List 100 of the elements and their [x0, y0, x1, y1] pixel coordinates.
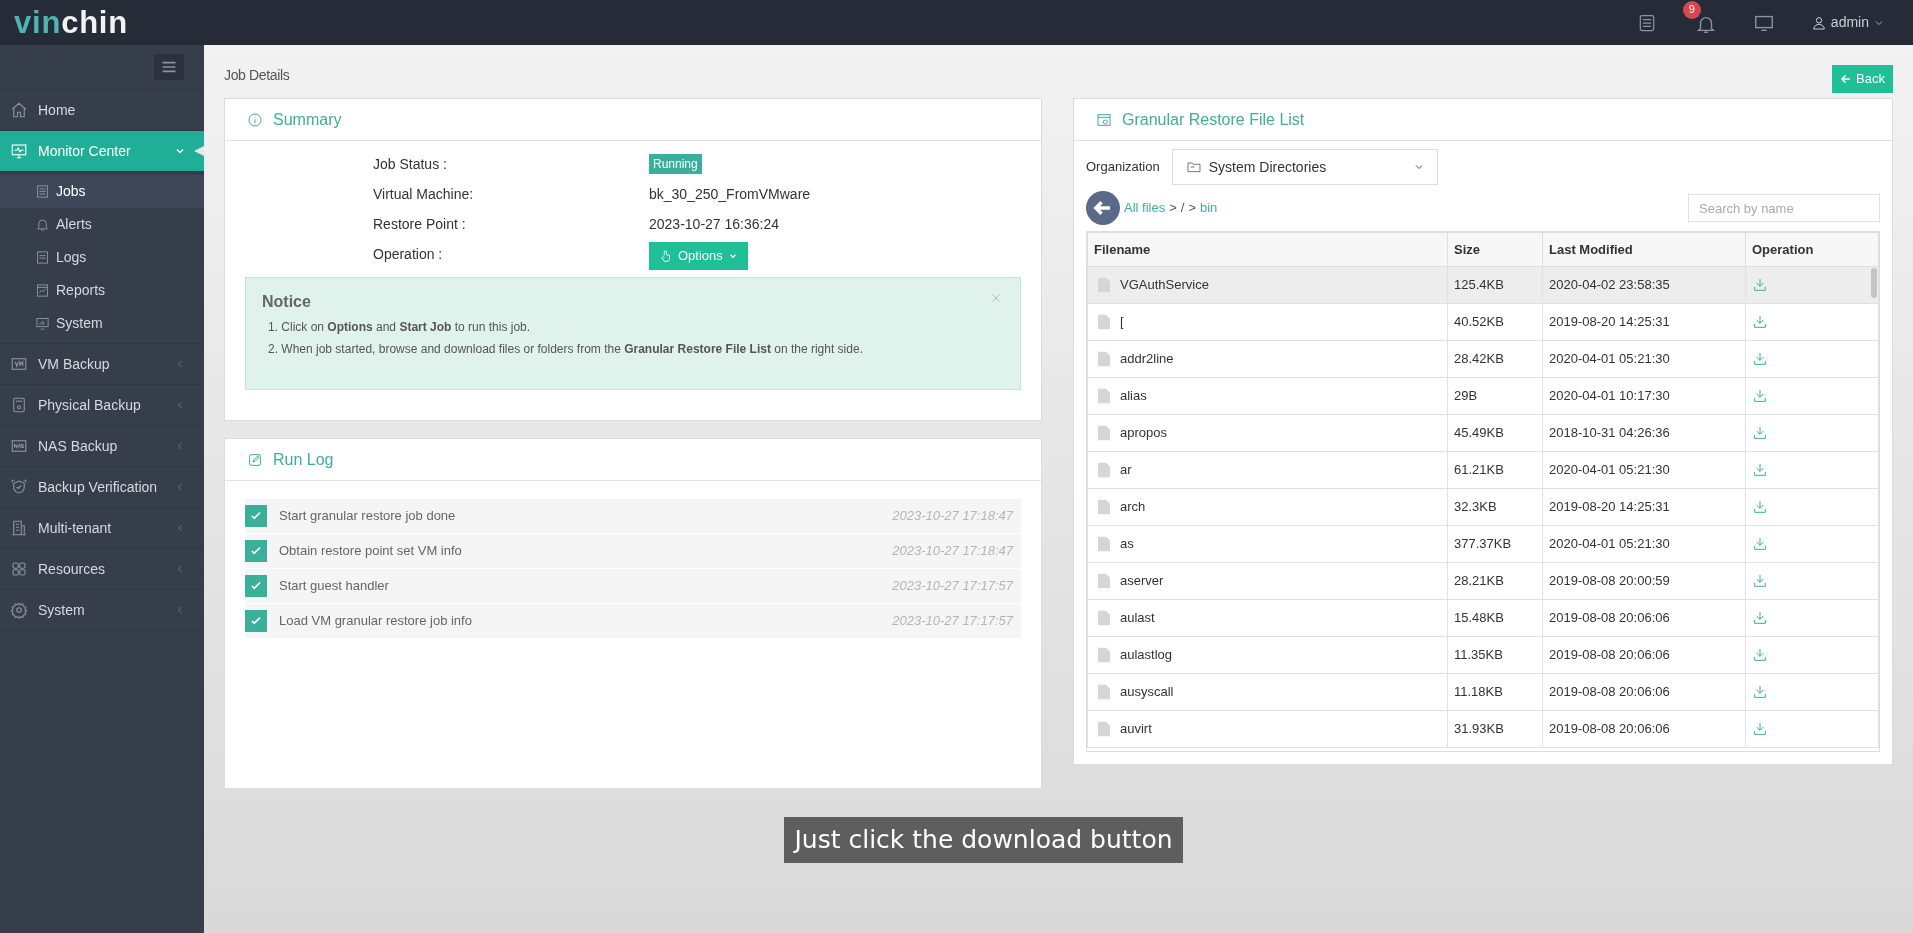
vm-icon [10, 355, 28, 373]
field-label: Operation : [373, 244, 444, 264]
building-icon [10, 519, 28, 537]
download-icon[interactable] [1752, 573, 1768, 589]
file-name: alias [1120, 387, 1147, 406]
size-cell: 29B [1447, 377, 1543, 415]
user-menu[interactable]: admin [1810, 12, 1885, 33]
size-cell: 32.3KB [1447, 488, 1543, 526]
file-name: arch [1120, 498, 1146, 517]
shield-icon [10, 478, 28, 496]
status-badge: Running [649, 154, 702, 174]
restore-icon [1096, 111, 1112, 128]
file-icon [1096, 312, 1112, 332]
menu-icon[interactable] [154, 54, 184, 80]
download-icon[interactable] [1752, 314, 1768, 330]
notice-item: 2. When job started, browse and download files or folders from the Granular Restore File List on the right side. [268, 341, 863, 358]
screen-icon [35, 316, 50, 331]
file-icon [1096, 534, 1112, 554]
notification-badge: 9 [1682, 0, 1701, 19]
submenu-item[interactable]: Reports [0, 274, 204, 307]
panel-title: Granular Restore File List [1122, 109, 1305, 130]
size-cell: 45.49KB [1447, 414, 1543, 452]
download-icon[interactable] [1752, 277, 1768, 293]
date-cell: 2019-08-08 20:06:06 [1542, 710, 1746, 748]
download-icon[interactable] [1752, 499, 1768, 515]
size-cell: 11.18KB [1447, 673, 1543, 711]
search-field[interactable]: Search by name [1688, 194, 1880, 222]
download-icon[interactable] [1752, 647, 1768, 663]
panel-title: Summary [273, 109, 342, 130]
file-icon [1096, 608, 1112, 628]
size-cell: 125.4KB [1447, 266, 1543, 304]
date-cell: 2019-08-20 14:25:31 [1542, 488, 1746, 526]
arrow-left-icon [1840, 73, 1853, 85]
field-label: Restore Point : [373, 214, 467, 234]
file-icon [1096, 386, 1112, 406]
file-name: aulastlog [1120, 646, 1173, 665]
user-icon [1810, 14, 1827, 31]
size-cell: 61.21KB [1447, 451, 1543, 489]
date-cell: 2020-04-01 05:21:30 [1542, 451, 1746, 489]
notice-title: Notice [262, 292, 311, 312]
file-name: ar [1120, 461, 1132, 480]
file-name: auvirt [1120, 720, 1152, 739]
file-name: apropos [1120, 424, 1167, 443]
submenu-item[interactable]: System [0, 307, 204, 340]
download-icon[interactable] [1752, 536, 1768, 552]
submenu-item[interactable]: Alerts [0, 208, 204, 241]
log-text: Load VM granular restore job info [279, 612, 473, 631]
file-icon [1096, 571, 1112, 591]
submenu-item[interactable]: Jobs [0, 175, 204, 208]
nas-icon [10, 437, 28, 455]
breadcrumb-separator: > [1169, 199, 1177, 218]
log-time: 2023-10-27 17:17:57 [892, 577, 1015, 596]
file-icon [1096, 497, 1112, 517]
column-header: Size [1447, 232, 1543, 267]
size-cell: 40.52KB [1447, 303, 1543, 341]
file-name: aserver [1120, 572, 1164, 591]
file-name: aulast [1120, 609, 1155, 628]
file-icon [1096, 719, 1112, 739]
download-icon[interactable] [1752, 610, 1768, 626]
file-icon [1096, 349, 1112, 369]
file-name: ausyscall [1120, 683, 1174, 702]
document-icon [35, 250, 50, 265]
organization-dropdown[interactable]: System Directories [1171, 149, 1438, 185]
date-cell: 2020-04-01 10:17:30 [1542, 377, 1746, 415]
back-icon[interactable] [1086, 191, 1120, 225]
page-title: Job Details [224, 66, 290, 85]
date-cell: 2019-08-08 20:06:06 [1542, 599, 1746, 637]
file-icon [1096, 460, 1112, 480]
download-icon[interactable] [1752, 684, 1768, 700]
panel-title: Run Log [273, 449, 334, 470]
download-icon[interactable] [1752, 388, 1768, 404]
date-cell: 2019-08-20 14:25:31 [1542, 303, 1746, 341]
breadcrumb-separator: > [1188, 199, 1196, 218]
date-cell: 2020-04-02 23:58:35 [1542, 266, 1746, 304]
file-icon [1096, 423, 1112, 443]
log-text: Start granular restore job done [279, 507, 457, 526]
grid-icon [10, 560, 28, 578]
column-header: Last Modified [1542, 232, 1746, 267]
home-icon [10, 101, 28, 119]
server-icon [10, 396, 28, 414]
download-icon[interactable] [1752, 351, 1768, 367]
log-text: Obtain restore point set VM info [279, 542, 463, 561]
settings-icon [10, 601, 28, 619]
log-text: Start guest handler [279, 577, 390, 596]
monitor-icon [10, 142, 28, 160]
file-icon [1096, 682, 1112, 702]
date-cell: 2020-04-01 05:21:30 [1542, 340, 1746, 378]
close-icon[interactable] [990, 292, 1002, 304]
date-cell: 2019-08-08 20:00:59 [1542, 562, 1746, 600]
bell-icon [35, 217, 50, 232]
scrollbar-thumb[interactable] [1871, 268, 1877, 298]
date-cell: 2019-08-08 20:06:06 [1542, 673, 1746, 711]
size-cell: 31.93KB [1447, 710, 1543, 748]
submenu-item[interactable]: Logs [0, 241, 204, 274]
file-name: VGAuthService [1120, 276, 1209, 295]
report-icon [35, 283, 50, 298]
download-icon[interactable] [1752, 425, 1768, 441]
download-icon[interactable] [1752, 721, 1768, 737]
download-icon[interactable] [1752, 462, 1768, 478]
breadcrumb-separator: / [1180, 199, 1185, 218]
